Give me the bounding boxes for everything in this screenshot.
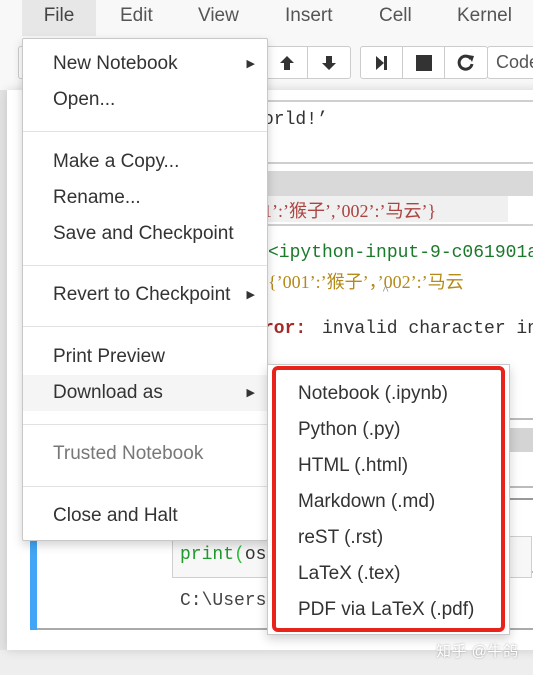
interrupt-button[interactable] <box>403 47 445 78</box>
menu-item-label: Make a Copy... <box>53 151 180 172</box>
menu-divider <box>23 486 267 487</box>
cell-code-print: print(os. <box>180 545 277 565</box>
menu-edit[interactable]: Edit <box>120 0 153 36</box>
error-message: invalid character in <box>322 319 533 339</box>
traceback-code-line: {’001’:’猴子’，’002’:’马云 <box>268 272 464 292</box>
restart-button[interactable] <box>445 47 487 78</box>
cell-border <box>263 162 533 164</box>
menu-file[interactable]: File <box>22 0 96 36</box>
submenu-caret-icon: ▶ <box>246 58 255 70</box>
menu-item-label: Download as <box>53 382 163 403</box>
restart-icon <box>457 54 474 71</box>
cell-code-hello: orld!’ <box>263 110 328 130</box>
run-button[interactable] <box>361 47 403 78</box>
menu-item-make-copy[interactable]: Make a Copy... <box>23 144 267 180</box>
menu-item-print-preview[interactable]: Print Preview <box>23 339 267 375</box>
menu-item-close-halt[interactable]: Close and Halt <box>23 498 267 534</box>
menu-item-open[interactable]: Open... <box>23 82 267 118</box>
traceback-line: <ipython-input-9-c061901a <box>268 243 533 263</box>
page-margin <box>0 90 7 650</box>
cell-code-dict: 1’:’猴子’,’002’:’马云’} <box>263 201 437 221</box>
menu-item-rename[interactable]: Rename... <box>23 180 267 216</box>
menu-insert[interactable]: Insert <box>285 0 333 36</box>
menu-item-label: Print Preview <box>53 346 165 367</box>
cell-border <box>263 100 533 102</box>
submenu-caret-icon: ▶ <box>246 289 255 301</box>
error-type: ror: <box>263 319 307 339</box>
menu-divider <box>23 131 267 132</box>
file-menu-dropdown: New Notebook ▶ Open... Make a Copy... Re… <box>22 38 268 541</box>
run-buttons-group <box>360 46 488 79</box>
cell-output: C:\Users\ <box>180 591 278 611</box>
jupyter-window: File Edit View Insert Cell Kernel Cod or… <box>0 0 533 675</box>
menu-divider <box>23 424 267 425</box>
menu-item-label: Revert to Checkpoint <box>53 284 231 305</box>
code-keyword: print <box>180 545 235 565</box>
selected-cell-indicator <box>30 540 37 630</box>
menu-item-new-notebook[interactable]: New Notebook ▶ <box>23 46 267 82</box>
cell-border <box>263 224 533 226</box>
menu-item-label: Save and Checkpoint <box>53 223 234 244</box>
move-buttons-group <box>265 46 351 79</box>
menu-cell[interactable]: Cell <box>379 0 412 36</box>
menu-item-label: Close and Halt <box>53 505 178 526</box>
menu-item-label: New Notebook <box>53 53 178 74</box>
code-paren: ( <box>234 545 245 565</box>
menu-item-label: Open... <box>53 89 116 110</box>
menubar: File Edit View Insert Cell Kernel <box>0 0 533 36</box>
menu-item-trusted-notebook: Trusted Notebook <box>23 436 267 472</box>
error-caret: ^ <box>382 284 390 298</box>
menu-item-label: Trusted Notebook <box>53 443 204 464</box>
move-up-button[interactable] <box>266 47 308 78</box>
arrow-down-icon <box>322 55 336 70</box>
annotation-highlight-box <box>272 366 505 632</box>
arrow-up-icon <box>279 55 294 70</box>
menu-divider <box>23 265 267 266</box>
watermark: 知乎 @牛鸽 <box>436 643 519 660</box>
stop-icon <box>415 54 432 71</box>
submenu-caret-icon: ▶ <box>246 387 255 399</box>
menu-kernel[interactable]: Kernel <box>457 0 512 36</box>
menu-item-label: Rename... <box>53 187 141 208</box>
menu-view[interactable]: View <box>198 0 239 36</box>
run-next-icon <box>375 55 387 70</box>
menu-item-download-as[interactable]: Download as ▶ <box>23 375 267 411</box>
cell-prompt-band <box>263 171 533 196</box>
menu-item-revert-checkpoint[interactable]: Revert to Checkpoint ▶ <box>23 277 267 313</box>
cell-type-select[interactable]: Code <box>487 46 533 79</box>
move-down-button[interactable] <box>308 47 350 78</box>
menu-item-save-checkpoint[interactable]: Save and Checkpoint <box>23 216 267 252</box>
menu-divider <box>23 326 267 327</box>
